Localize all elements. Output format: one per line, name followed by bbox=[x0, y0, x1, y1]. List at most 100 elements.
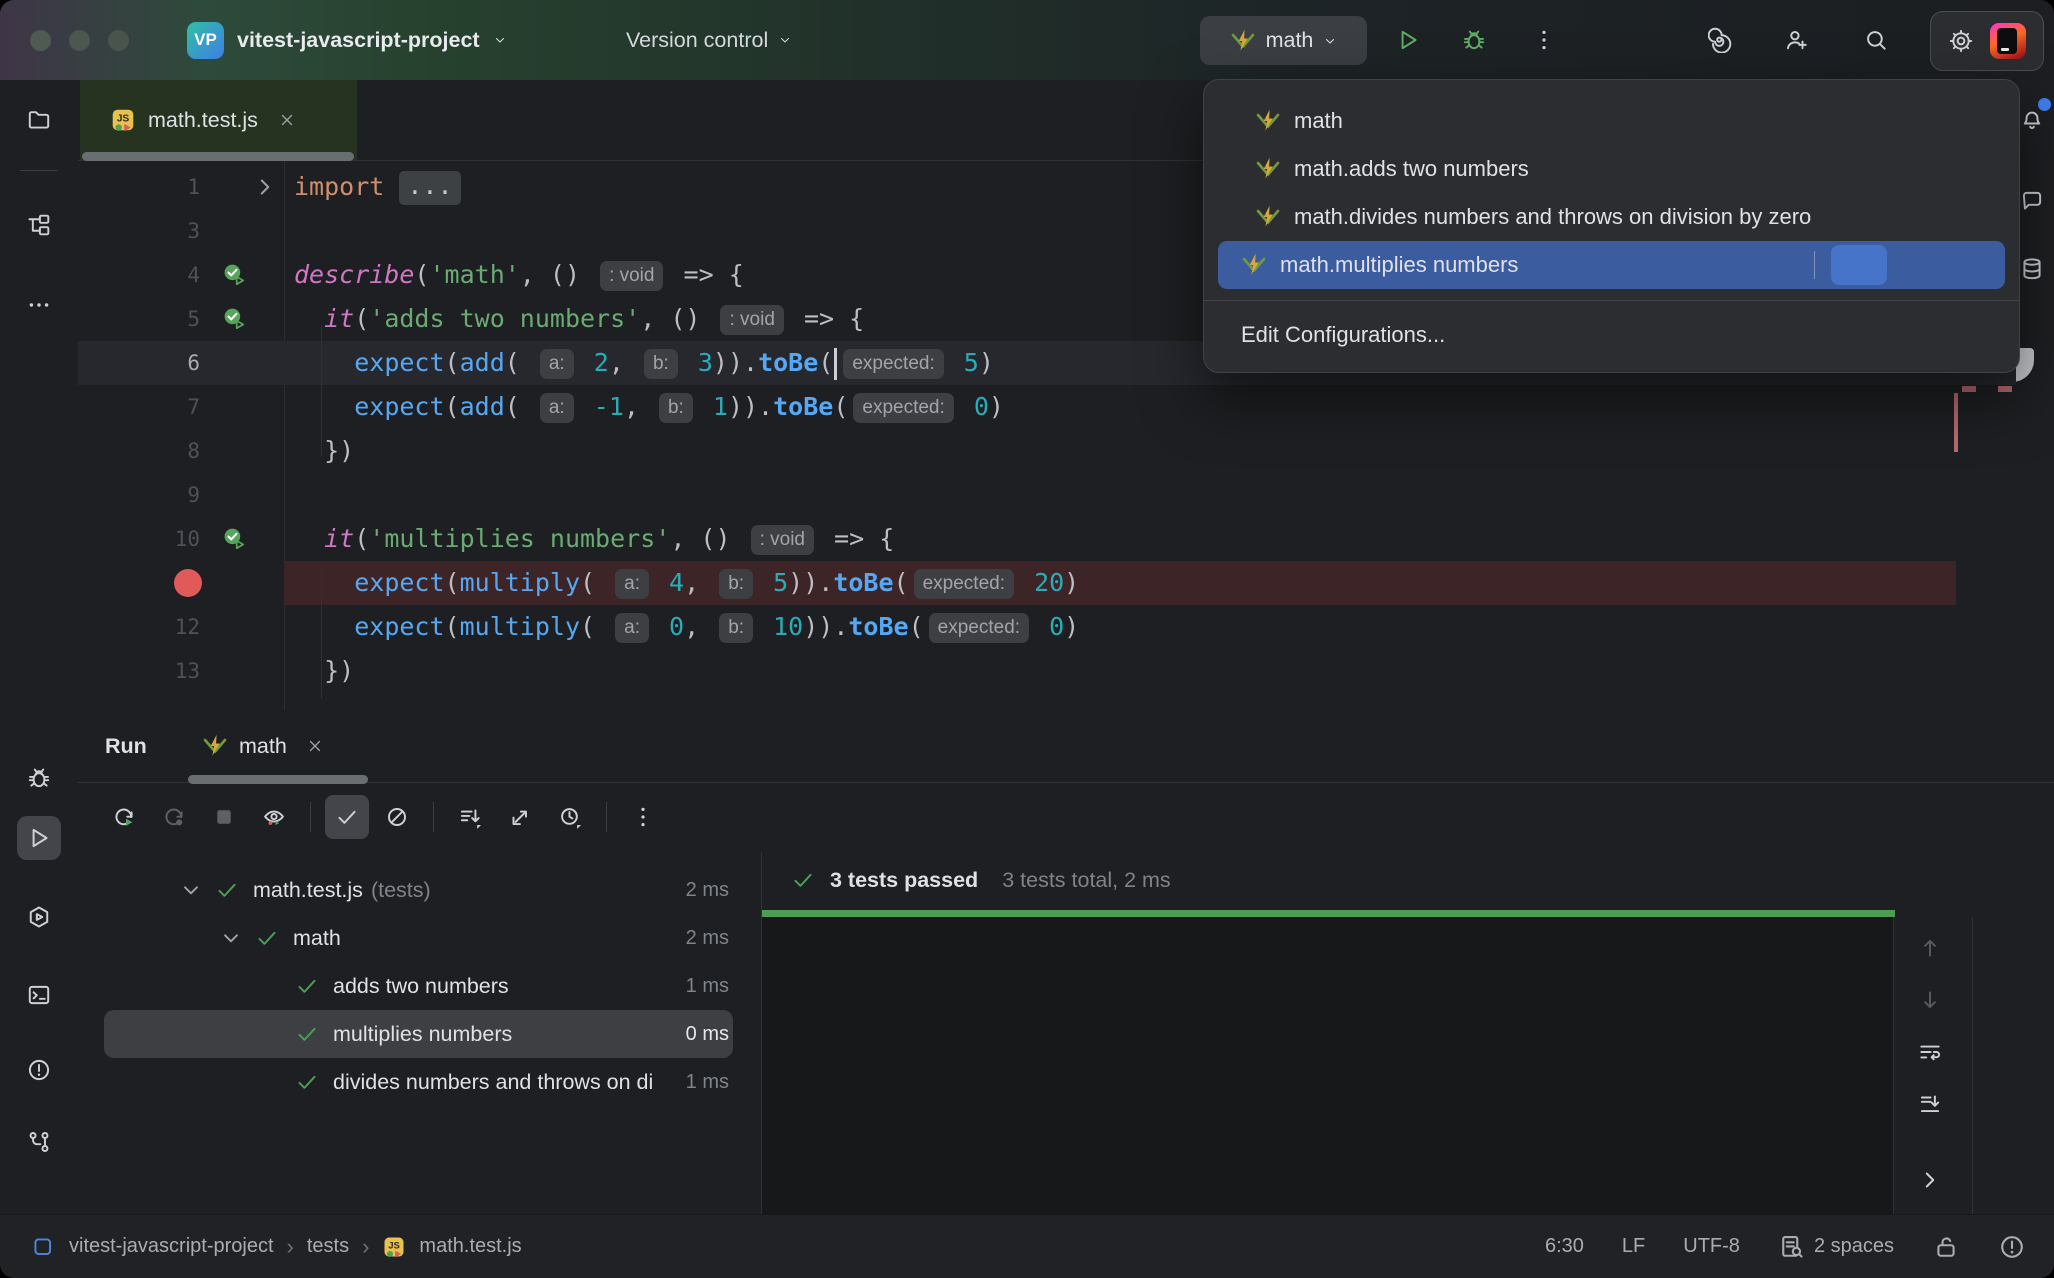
window-minimize-button[interactable] bbox=[69, 30, 90, 51]
run-test-gutter-icon[interactable] bbox=[220, 524, 250, 554]
run-configuration-item[interactable]: math bbox=[1218, 97, 2005, 145]
expand-toolbar-button[interactable] bbox=[1917, 1167, 1949, 1199]
code-token: 0 bbox=[654, 612, 684, 641]
run-tool-window: Run math math.test.js(tests)2 msma bbox=[78, 710, 2054, 1215]
fold-chevron-icon[interactable] bbox=[252, 174, 278, 200]
breakpoint[interactable] bbox=[174, 569, 202, 597]
indent-guide bbox=[321, 326, 322, 456]
readonly-toggle[interactable] bbox=[1932, 1233, 1960, 1261]
vcs-widget[interactable]: Version control bbox=[626, 0, 792, 80]
ai-spiral-icon bbox=[1708, 27, 1734, 53]
caret-position-widget[interactable]: 6:30 bbox=[1545, 1235, 1584, 1258]
debug-tool-button[interactable] bbox=[0, 756, 78, 800]
notifications-tool-button[interactable] bbox=[2019, 108, 2051, 140]
close-icon[interactable] bbox=[306, 737, 324, 755]
debug-button[interactable] bbox=[1448, 0, 1500, 80]
show-passed-button[interactable] bbox=[325, 795, 369, 839]
run-tool-button[interactable] bbox=[0, 816, 78, 860]
prev-occurrence-button[interactable] bbox=[1917, 935, 1949, 967]
window-close-button[interactable] bbox=[30, 30, 51, 51]
code-token: -1 bbox=[579, 392, 624, 421]
code-line[interactable]: 13 }) bbox=[78, 649, 2016, 693]
toggle-auto-test-button[interactable] bbox=[252, 795, 296, 839]
run-button[interactable] bbox=[1382, 0, 1434, 80]
test-tree-row[interactable]: divides numbers and throws on di1 ms bbox=[78, 1058, 761, 1106]
check-icon bbox=[790, 867, 816, 893]
close-icon[interactable] bbox=[278, 111, 296, 129]
ai-chat-tool-button[interactable] bbox=[2019, 188, 2051, 220]
run-configuration-item[interactable]: math.adds two numbers bbox=[1218, 145, 2005, 193]
chevron-down-icon[interactable] bbox=[218, 925, 244, 951]
breadcrumb-tests[interactable]: tests bbox=[307, 1235, 349, 1258]
encoding-widget[interactable]: UTF-8 bbox=[1683, 1235, 1740, 1258]
code-text: expect(multiply( a: 4, b: 5)).toBe(expec… bbox=[284, 561, 1956, 605]
folded-region[interactable]: ... bbox=[399, 171, 460, 205]
run-configuration-selector[interactable]: math bbox=[1200, 16, 1367, 65]
code-line[interactable]: 12 expect(multiply( a: 0, b: 10)).toBe(e… bbox=[78, 605, 2016, 649]
run-configuration-item[interactable]: math.multiplies numbers bbox=[1218, 241, 2005, 289]
structure-tool-button[interactable] bbox=[0, 203, 78, 247]
editor-tab-math-test-js[interactable]: JS math.test.js bbox=[80, 80, 357, 160]
next-occurrence-button[interactable] bbox=[1917, 987, 1949, 1019]
terminal-tool-button[interactable] bbox=[0, 973, 78, 1017]
project-tool-button[interactable] bbox=[0, 98, 78, 142]
breadcrumb-project[interactable]: vitest-javascript-project bbox=[69, 1235, 274, 1258]
code-line[interactable]: 9 bbox=[78, 473, 2016, 517]
test-tree-row[interactable]: multiplies numbers0 ms bbox=[78, 1010, 761, 1058]
sort-by-duration-button[interactable] bbox=[548, 795, 592, 839]
services-tool-button[interactable] bbox=[0, 895, 78, 939]
chevron-down-icon[interactable] bbox=[178, 877, 204, 903]
test-suffix: (tests) bbox=[371, 878, 431, 903]
stop-button[interactable] bbox=[202, 795, 246, 839]
run-configuration-item[interactable]: math.divides numbers and throws on divis… bbox=[1218, 193, 2005, 241]
show-ignored-button[interactable] bbox=[375, 795, 419, 839]
more-options-button[interactable] bbox=[621, 795, 665, 839]
edit-configurations-item[interactable]: Edit Configurations... bbox=[1204, 312, 2019, 358]
popup-debug-button[interactable] bbox=[1893, 245, 1949, 285]
code-line[interactable]: 7 expect(add( a: -1, b: 1)).toBe(expecte… bbox=[78, 385, 2016, 429]
test-tree-row[interactable]: math.test.js(tests)2 ms bbox=[78, 866, 761, 914]
code-line[interactable]: expect(multiply( a: 4, b: 5)).toBe(expec… bbox=[78, 561, 2016, 605]
run-configuration-list: mathmath.adds two numbersmath.divides nu… bbox=[1204, 97, 2019, 289]
vitest-icon bbox=[1255, 204, 1281, 230]
import-test-results-button[interactable] bbox=[498, 795, 542, 839]
project-widget[interactable]: VP vitest-javascript-project bbox=[187, 0, 507, 80]
gutter: 4 bbox=[78, 253, 284, 297]
code-line[interactable]: 8 }) bbox=[78, 429, 2016, 473]
indent-widget[interactable]: 2 spaces bbox=[1778, 1233, 1894, 1261]
run-tab-math[interactable]: math bbox=[188, 710, 338, 782]
run-test-gutter-icon[interactable] bbox=[220, 304, 250, 334]
soft-wrap-button[interactable] bbox=[1917, 1039, 1949, 1071]
code-token: => { bbox=[819, 524, 894, 553]
version-control-tool-button[interactable] bbox=[0, 1120, 78, 1164]
line-separator-widget[interactable]: LF bbox=[1622, 1235, 1645, 1258]
breadcrumb-file[interactable]: math.test.js bbox=[419, 1235, 521, 1258]
popup-more-button[interactable] bbox=[1955, 245, 1995, 285]
test-tree-row[interactable]: math2 ms bbox=[78, 914, 761, 962]
code-token: ) bbox=[989, 392, 1004, 421]
code-with-me-button[interactable] bbox=[1770, 0, 1822, 80]
ai-assistant-button[interactable] bbox=[1695, 0, 1747, 80]
sort-icon bbox=[457, 804, 483, 830]
window-zoom-button[interactable] bbox=[108, 30, 129, 51]
rerun-icon bbox=[111, 804, 137, 830]
console-toolbar bbox=[1893, 917, 1973, 1215]
settings-profile-group bbox=[1930, 11, 2044, 71]
notifications-button[interactable] bbox=[1998, 1233, 2026, 1261]
more-actions-button[interactable] bbox=[1518, 0, 1570, 80]
scroll-to-end-button[interactable] bbox=[1917, 1091, 1949, 1123]
popup-run-button[interactable] bbox=[1831, 245, 1887, 285]
rerun-tests-button[interactable] bbox=[102, 795, 146, 839]
problems-tool-button[interactable] bbox=[0, 1048, 78, 1092]
more-tools-button[interactable] bbox=[0, 283, 78, 327]
run-test-gutter-icon[interactable] bbox=[220, 260, 250, 290]
test-tree-row[interactable]: adds two numbers1 ms bbox=[78, 962, 761, 1010]
user-avatar[interactable] bbox=[1990, 23, 2026, 59]
console-output[interactable] bbox=[762, 917, 1894, 1215]
search-everywhere-button[interactable] bbox=[1850, 0, 1902, 80]
code-line[interactable]: 10 it('multiplies numbers', () : void =>… bbox=[78, 517, 2016, 561]
settings-gear-button[interactable] bbox=[1948, 28, 1974, 54]
database-tool-button[interactable] bbox=[2019, 256, 2051, 288]
sort-tests-button[interactable] bbox=[448, 795, 492, 839]
rerun-failed-tests-button[interactable] bbox=[152, 795, 196, 839]
